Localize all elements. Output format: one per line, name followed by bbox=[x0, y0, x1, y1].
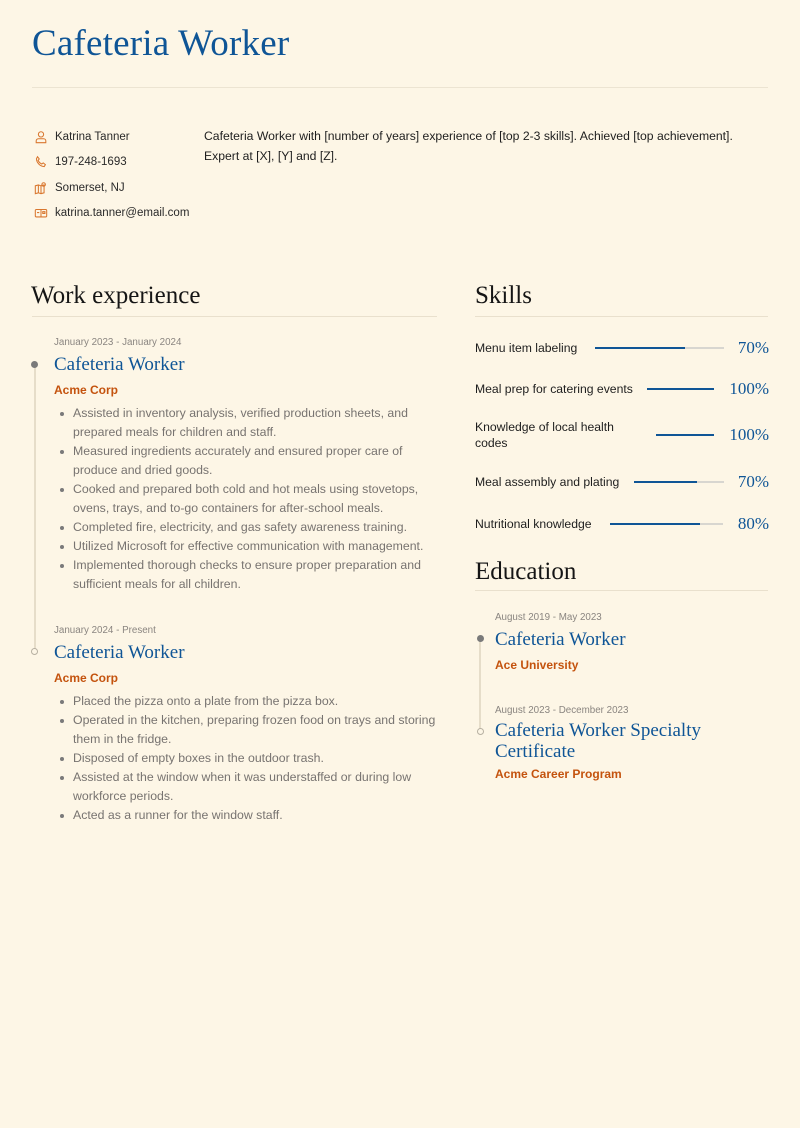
skill-row: Nutritional knowledge 80% bbox=[475, 514, 769, 534]
skill-level-bar bbox=[595, 347, 724, 349]
contact-name-text: Katrina Tanner bbox=[55, 130, 130, 143]
work-entry-date: January 2024 - Present bbox=[54, 625, 156, 636]
skill-level-fill bbox=[647, 388, 714, 390]
timeline-dot-filled bbox=[477, 635, 484, 642]
bullet-item: Utilized Microsoft for effective communi… bbox=[54, 537, 434, 556]
contact-email: katrina.tanner@email.com bbox=[33, 201, 203, 227]
summary-text: Cafeteria Worker with [number of years] … bbox=[204, 129, 733, 163]
education-divider bbox=[475, 590, 768, 591]
work-experience-heading: Work experience bbox=[31, 282, 201, 309]
work-entry: January 2024 - Present Cafeteria Worker … bbox=[54, 624, 438, 825]
work-entry-role: Cafeteria Worker bbox=[54, 642, 185, 663]
skill-row: Meal prep for catering events 100% bbox=[475, 379, 769, 399]
contact-location: Somerset, NJ bbox=[33, 175, 203, 201]
education-entry-institution: Acme Career Program bbox=[495, 767, 622, 781]
skill-percent: 80% bbox=[737, 514, 769, 533]
skill-row: Meal assembly and plating 70% bbox=[475, 472, 769, 492]
skill-percent: 100% bbox=[729, 379, 769, 398]
work-entry-date: January 2023 - January 2024 bbox=[54, 337, 182, 348]
education-entry-title: Cafeteria Worker Specialty Certificate bbox=[495, 720, 701, 762]
bullet-item: Cooked and prepared both cold and hot me… bbox=[54, 480, 434, 518]
education-timeline-line bbox=[479, 640, 481, 732]
skill-level-fill bbox=[656, 434, 714, 436]
timeline-dot-hollow bbox=[477, 728, 484, 735]
work-timeline-line bbox=[34, 365, 36, 652]
bullet-item: Measured ingredients accurately and ensu… bbox=[54, 442, 434, 480]
mail-icon bbox=[33, 205, 49, 221]
skill-level-bar bbox=[647, 388, 714, 390]
skill-level-fill bbox=[610, 523, 701, 525]
skill-name: Knowledge of local health codes bbox=[475, 420, 614, 450]
skill-level-bar bbox=[634, 481, 724, 483]
contact-phone: 197-248-1693 bbox=[33, 150, 203, 176]
skill-row: Knowledge of local health codes 100% bbox=[475, 418, 769, 452]
skill-percent: 70% bbox=[737, 472, 769, 491]
skill-name: Nutritional knowledge bbox=[475, 517, 592, 531]
bullet-item: Disposed of empty boxes in the outdoor t… bbox=[54, 749, 438, 768]
skill-level-bar bbox=[610, 523, 723, 525]
skill-percent: 70% bbox=[737, 338, 769, 357]
work-entry-role: Cafeteria Worker bbox=[54, 354, 185, 375]
skill-name: Menu item labeling bbox=[475, 341, 578, 355]
bullet-item: Placed the pizza onto a plate from the p… bbox=[54, 692, 438, 711]
skill-row: Menu item labeling 70% bbox=[475, 338, 769, 358]
phone-icon bbox=[33, 154, 49, 170]
page-title: Cafeteria Worker bbox=[32, 23, 290, 64]
education-heading: Education bbox=[475, 558, 577, 585]
contact-location-text: Somerset, NJ bbox=[55, 181, 125, 194]
skill-level-fill bbox=[634, 481, 697, 483]
work-entry-company: Acme Corp bbox=[54, 383, 119, 397]
work-experience-divider bbox=[32, 316, 437, 317]
skill-name: Meal prep for catering events bbox=[475, 382, 633, 396]
contact-name: Katrina Tanner bbox=[33, 124, 203, 150]
skills-heading: Skills bbox=[475, 282, 532, 309]
map-icon bbox=[33, 180, 49, 196]
header-divider bbox=[32, 87, 768, 88]
work-entry-bullets: Placed the pizza onto a plate from the p… bbox=[54, 692, 438, 825]
education-entry: August 2019 - May 2023 Cafeteria Worker … bbox=[495, 611, 755, 673]
bullet-item: Operated in the kitchen, preparing froze… bbox=[54, 711, 438, 749]
education-entry: August 2023 - December 2023 Cafeteria Wo… bbox=[495, 704, 755, 782]
timeline-dot-filled bbox=[31, 361, 38, 368]
bullet-item: Assisted in inventory analysis, verified… bbox=[54, 404, 434, 442]
education-entry-date: August 2019 - May 2023 bbox=[495, 612, 602, 623]
skill-level-fill bbox=[595, 347, 686, 349]
education-entry-date: August 2023 - December 2023 bbox=[495, 705, 629, 716]
work-entry: January 2023 - January 2024 Cafeteria Wo… bbox=[54, 336, 434, 594]
skill-percent: 100% bbox=[729, 425, 769, 444]
skills-divider bbox=[475, 316, 768, 317]
contact-phone-text: 197-248-1693 bbox=[55, 156, 127, 169]
skill-name: Meal assembly and plating bbox=[475, 475, 620, 489]
user-icon bbox=[33, 129, 49, 145]
bullet-item: Acted as a runner for the window staff. bbox=[54, 806, 438, 825]
bullet-item: Assisted at the window when it was under… bbox=[54, 768, 438, 806]
contact-email-text[interactable]: katrina.tanner@email.com bbox=[55, 207, 189, 219]
work-entry-company: Acme Corp bbox=[54, 671, 119, 685]
contact-list: Katrina Tanner 197-248-1693 Somerset, NJ… bbox=[33, 124, 203, 226]
education-entry-institution: Ace University bbox=[495, 658, 579, 672]
education-entry-title: Cafeteria Worker bbox=[495, 629, 626, 650]
timeline-dot-hollow bbox=[31, 648, 38, 655]
bullet-item: Implemented thorough checks to ensure pr… bbox=[54, 556, 434, 594]
bullet-item: Completed fire, electricity, and gas saf… bbox=[54, 518, 434, 537]
skill-level-bar bbox=[656, 434, 714, 436]
work-entry-bullets: Assisted in inventory analysis, verified… bbox=[54, 404, 434, 594]
